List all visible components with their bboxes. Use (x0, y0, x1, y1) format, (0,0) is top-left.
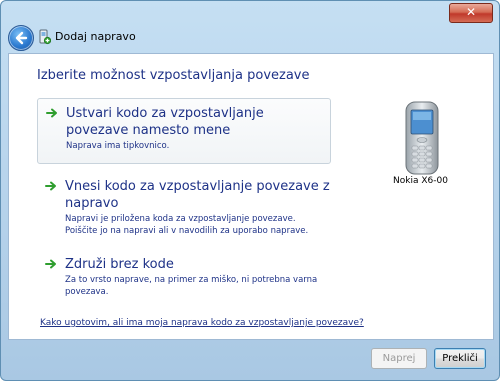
cancel-button[interactable]: Prekliči (434, 348, 486, 369)
option-description: Poiščite jo na napravi ali v navodilih z… (65, 226, 309, 236)
option-title: Združi brez kode (65, 257, 174, 272)
close-button[interactable]: ✕ (449, 3, 493, 23)
add-device-dialog: ✕ Dodaj napravo Izberite možnost vzposta… (0, 0, 500, 381)
device-name: Nokia X6-00 (393, 176, 448, 186)
help-link[interactable]: Kako ugotovim, ali ima moja naprava kodo… (40, 318, 364, 328)
dialog-footer: Naprej Prekliči (1, 339, 499, 380)
option-description: Naprava ima tipkovnico. (66, 141, 170, 151)
green-arrow-icon (45, 181, 56, 191)
navigation-bar: Dodaj napravo (1, 23, 499, 51)
option-description: Napravi je priložena koda za vzpostavlja… (65, 214, 296, 224)
option-description: povezava. (65, 287, 109, 297)
option-title: Vnesi kodo za vzpostavljanje povezave z … (65, 179, 330, 211)
option-title: Ustvari kodo za vzpostavljanje povezave … (66, 106, 264, 138)
option-pair-without-code[interactable]: Združi brez kode Za to vrsto naprave, na… (37, 250, 331, 306)
back-button[interactable] (8, 25, 34, 51)
back-arrow-icon (15, 31, 28, 45)
option-enter-code[interactable]: Vnesi kodo za vzpostavljanje povezave z … (37, 172, 331, 238)
mobile-phone-icon (405, 101, 439, 175)
green-arrow-icon (46, 108, 57, 118)
window-title: Dodaj napravo (55, 30, 136, 43)
green-arrow-icon (45, 259, 56, 269)
page-heading: Izberite možnost vzpostavljanja povezave (37, 68, 310, 83)
option-create-code[interactable]: Ustvari kodo za vzpostavljanje povezave … (37, 98, 331, 164)
next-button[interactable]: Naprej (371, 348, 427, 369)
content-panel: Izberite možnost vzpostavljanja povezave… (8, 53, 494, 340)
option-description: Za to vrsto naprave, na primer za miško,… (65, 275, 318, 285)
add-device-icon (39, 29, 51, 45)
